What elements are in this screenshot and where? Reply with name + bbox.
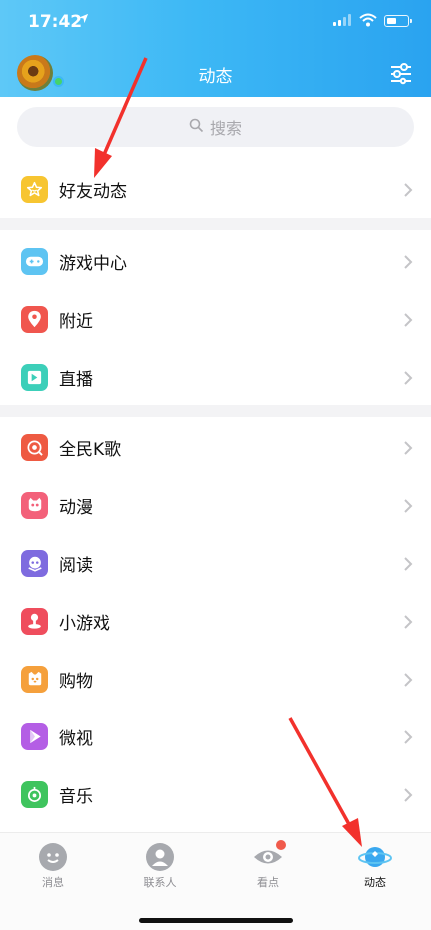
video-icon — [21, 722, 48, 750]
section-divider — [0, 405, 431, 417]
gamepad-icon — [21, 247, 48, 275]
list-item-label: 游戏中心 — [59, 253, 127, 274]
list-item-anime[interactable]: 动漫 — [0, 476, 431, 534]
list-item-label: 购物 — [59, 671, 93, 692]
anime-face-icon — [21, 491, 48, 519]
list-item-game-center[interactable]: 游戏中心 — [0, 232, 431, 290]
search-placeholder: 搜索 — [209, 119, 242, 138]
planet-icon — [358, 843, 392, 871]
list-item-friend-feed[interactable]: 好友动态 — [0, 160, 431, 218]
search-icon — [189, 118, 204, 137]
chevron-right-icon — [403, 672, 413, 687]
battery-icon — [384, 15, 412, 27]
chevron-right-icon — [403, 614, 413, 629]
chevron-right-icon — [403, 182, 413, 197]
list-item-label: 微视 — [59, 728, 93, 749]
chevron-right-icon — [403, 440, 413, 455]
tab-label: 消息 — [42, 876, 64, 889]
tab-label: 联系人 — [143, 876, 177, 889]
list-item-label: 小游戏 — [59, 613, 110, 634]
list-item-label: 直播 — [59, 369, 93, 390]
chevron-right-icon — [403, 254, 413, 269]
signal-icon — [333, 14, 351, 26]
tab-label: 看点 — [257, 876, 279, 889]
home-indicator — [139, 918, 293, 923]
header-bar: 17:42 动态 — [0, 0, 431, 97]
status-bar: 17:42 — [0, 0, 431, 46]
eye-icon — [254, 840, 286, 871]
minigame-icon — [21, 607, 48, 635]
page-title: 动态 — [198, 67, 233, 87]
list-item-label: 附近 — [59, 311, 93, 332]
notification-dot — [276, 840, 286, 850]
tab-kandian[interactable]: 看点 — [238, 840, 298, 890]
settings-sliders-icon[interactable] — [389, 61, 413, 85]
section-divider — [0, 218, 431, 230]
list-item-nearby[interactable]: 附近 — [0, 290, 431, 348]
list-item-label: 阅读 — [59, 555, 93, 576]
bottom-tab-bar: 消息 联系人 看点 动态 — [0, 832, 431, 930]
chat-icon — [39, 843, 67, 871]
location-pin-icon — [21, 305, 48, 333]
shopping-icon — [21, 665, 48, 693]
chevron-right-icon — [403, 787, 413, 802]
tab-messages[interactable]: 消息 — [23, 843, 83, 890]
list-item-label: 音乐 — [59, 786, 93, 807]
chevron-right-icon — [403, 729, 413, 744]
karaoke-icon — [21, 433, 48, 461]
list-item-minigame[interactable]: 小游戏 — [0, 592, 431, 650]
status-time: 17:42 — [28, 12, 83, 32]
list-item-label: 动漫 — [59, 497, 93, 518]
tab-label: 动态 — [364, 876, 386, 889]
list-item-reading[interactable]: 阅读 — [0, 534, 431, 592]
chevron-right-icon — [403, 498, 413, 513]
live-icon — [21, 363, 48, 391]
search-input[interactable]: 搜索 — [17, 107, 414, 147]
list-item-karaoke[interactable]: 全民K歌 — [0, 418, 431, 476]
chevron-right-icon — [403, 370, 413, 385]
chevron-right-icon — [403, 556, 413, 571]
wifi-icon — [359, 12, 377, 31]
list-item-label: 全民K歌 — [59, 439, 122, 460]
list-item-live[interactable]: 直播 — [0, 348, 431, 406]
chevron-right-icon — [403, 312, 413, 327]
star-icon — [21, 175, 48, 203]
list-item-music[interactable]: 音乐 — [0, 765, 431, 823]
tab-moments[interactable]: 动态 — [345, 843, 405, 890]
list-item-label: 好友动态 — [59, 181, 127, 202]
contacts-icon — [146, 843, 174, 871]
location-arrow-icon — [78, 13, 89, 27]
music-icon — [21, 780, 48, 808]
list-item-shopping[interactable]: 购物 — [0, 650, 431, 708]
tab-contacts[interactable]: 联系人 — [130, 843, 190, 890]
list-item-weishi[interactable]: 微视 — [0, 707, 431, 765]
reading-icon — [21, 549, 48, 577]
